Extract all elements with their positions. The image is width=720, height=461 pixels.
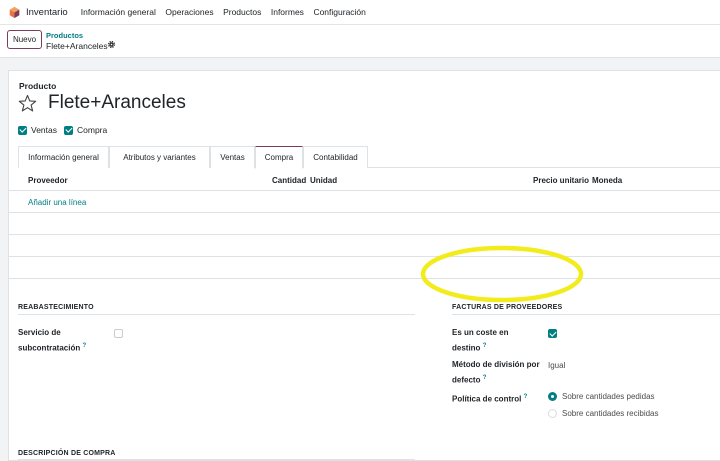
form-tabs: Información general Atributos y variante… — [18, 146, 720, 169]
policy-received-label: Sobre cantidades recibidas — [562, 409, 659, 418]
policy-received-radio[interactable]: Sobre cantidades recibidas — [548, 409, 659, 418]
tab-atributos-variantes[interactable]: Atributos y variantes — [109, 146, 210, 168]
table-row — [9, 257, 720, 279]
tab-contabilidad[interactable]: Contabilidad — [303, 146, 368, 168]
breadcrumb-current: Flete+Aranceles — [46, 41, 108, 51]
product-form-sheet: Producto Flete+Aranceles Ventas Compra I… — [8, 70, 720, 461]
can-be-sold-label: Ventas — [31, 125, 57, 135]
section-reabastecimiento-title: REABASTECIMIENTO — [18, 304, 94, 311]
table-row — [9, 235, 720, 257]
section-divider — [18, 459, 415, 460]
tab-compra[interactable]: Compra — [255, 146, 303, 169]
favorite-star-icon[interactable] — [18, 94, 37, 113]
can-be-purchased-checkbox[interactable]: Compra — [64, 125, 107, 135]
breadcrumb-productos[interactable]: Productos — [46, 31, 83, 40]
section-divider — [18, 314, 415, 315]
menu-info-general[interactable]: Información general — [81, 7, 156, 17]
section-descripcion-compra-title: DESCRIPCIÓN DE COMPRA — [18, 450, 116, 457]
app-name[interactable]: Inventario — [26, 7, 68, 18]
tab-ventas[interactable]: Ventas — [210, 146, 255, 168]
section-facturas-title: FACTURAS DE PROVEEDORES — [452, 304, 563, 311]
checkbox-checked-icon[interactable] — [18, 125, 27, 135]
new-button[interactable]: Nuevo — [7, 30, 42, 49]
highlight-ellipse-annotation — [420, 245, 584, 303]
gear-icon[interactable] — [107, 40, 116, 49]
menu-productos[interactable]: Productos — [223, 7, 261, 17]
landed-cost-label: Es un coste en destino ? — [452, 328, 509, 353]
help-tooltip-icon[interactable]: ? — [524, 394, 528, 400]
help-tooltip-icon[interactable]: ? — [82, 343, 86, 349]
col-cantidad[interactable]: Cantidad — [272, 176, 306, 185]
split-method-value[interactable]: Igual — [548, 361, 565, 370]
radio-unselected-icon[interactable] — [548, 409, 557, 418]
subcontracting-checkbox[interactable] — [114, 329, 123, 338]
subcontracting-label: Servicio de subcontratación ? — [18, 328, 87, 353]
top-navbar: Inventario Información general Operacion… — [0, 0, 720, 25]
add-line-link[interactable]: Añadir una línea — [28, 198, 86, 207]
radio-selected-icon[interactable] — [548, 392, 557, 401]
col-moneda[interactable]: Moneda — [592, 176, 622, 185]
section-divider — [452, 314, 720, 315]
control-policy-label: Política de control ? — [452, 394, 528, 404]
menu-operaciones[interactable]: Operaciones — [165, 7, 213, 17]
landed-cost-checkbox[interactable] — [548, 329, 557, 338]
col-unidad[interactable]: Unidad — [310, 176, 337, 185]
col-proveedor[interactable]: Proveedor — [28, 176, 68, 185]
split-method-label: Método de división por defecto ? — [452, 360, 540, 385]
inventory-app-icon[interactable] — [9, 6, 20, 18]
can-be-purchased-label: Compra — [77, 125, 108, 135]
policy-ordered-label: Sobre cantidades pedidas — [562, 392, 655, 401]
table-row — [9, 213, 720, 235]
tab-informacion-general[interactable]: Información general — [18, 146, 109, 168]
vendor-table-header: Proveedor Cantidad Unidad Precio unitari… — [9, 171, 720, 191]
policy-ordered-radio[interactable]: Sobre cantidades pedidas — [548, 392, 655, 401]
checkbox-checked-icon[interactable] — [64, 125, 73, 135]
can-be-sold-checkbox[interactable]: Ventas — [18, 125, 57, 135]
table-row: Añadir una línea — [9, 191, 720, 213]
help-tooltip-icon[interactable]: ? — [483, 375, 487, 381]
menu-configuracion[interactable]: Configuración — [313, 7, 365, 17]
product-label: Producto — [19, 81, 57, 91]
col-precio-unitario[interactable]: Precio unitario — [533, 176, 589, 185]
product-name[interactable]: Flete+Aranceles — [48, 92, 186, 114]
help-tooltip-icon[interactable]: ? — [483, 343, 487, 349]
menu-informes[interactable]: Informes — [271, 7, 304, 17]
control-panel: Nuevo Productos Flete+Aranceles — [0, 25, 720, 58]
